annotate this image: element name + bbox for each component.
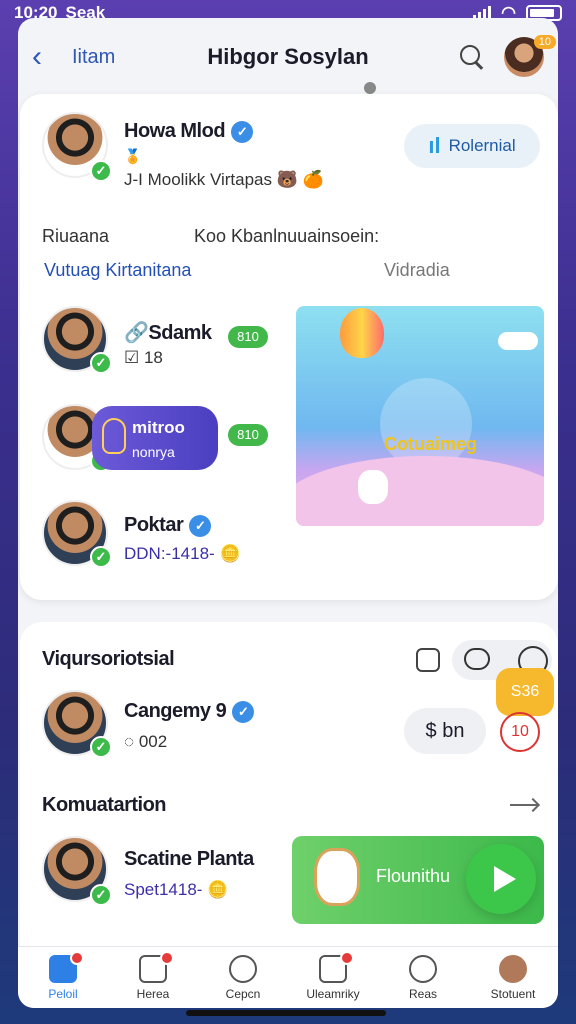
tab-home[interactable]: Peloil xyxy=(18,947,108,1008)
verified-icon: ✓ xyxy=(232,700,255,723)
balloon-icon xyxy=(340,308,384,358)
person-meta: ◌ 002 xyxy=(124,732,168,751)
count-badge[interactable]: S36 xyxy=(496,668,554,716)
search-icon[interactable] xyxy=(458,43,486,71)
back-icon[interactable]: ‹ xyxy=(32,42,62,72)
status-chip: 810 xyxy=(228,326,268,348)
badge-dot xyxy=(340,951,354,965)
app-window: ‹ Iitam Hibgor Sosylan 10 ✓ Howa Mlod ✓ 🏅… xyxy=(18,18,558,1008)
play-button[interactable] xyxy=(466,844,536,914)
person-name: Scatine Planta xyxy=(124,848,254,870)
profile-card: ✓ Howa Mlod ✓ 🏅 J-I Moolikk Virtapas 🐻 🍊 … xyxy=(20,94,558,600)
pull-indicator xyxy=(364,82,376,94)
portal-button[interactable]: ıl Rolernial xyxy=(404,124,540,168)
decorative-hill xyxy=(296,456,544,526)
chat-icon[interactable] xyxy=(464,648,490,670)
illustration: Cotuaimeg xyxy=(296,306,544,526)
check-icon: ✓ xyxy=(90,736,112,758)
portal-icon: ıl xyxy=(428,133,441,158)
explore-icon xyxy=(229,955,257,983)
section-label-center: Koo Kbanlnuuainsoein: xyxy=(194,226,380,246)
back-label[interactable]: Iitam xyxy=(72,46,115,69)
person-icon xyxy=(499,955,527,983)
tab-label: Herea xyxy=(136,987,170,1001)
link-icon: 🔗 xyxy=(124,322,149,344)
status-chip: 810 xyxy=(228,424,268,446)
check-icon: ✓ xyxy=(90,160,112,182)
magnifier-icon xyxy=(409,955,437,983)
cloud-icon xyxy=(498,332,538,350)
badge-dot xyxy=(160,951,174,965)
promo-card[interactable]: Flounithu xyxy=(292,836,544,924)
notification-badge: 10 xyxy=(533,35,556,49)
tab-label: Stotuent xyxy=(490,987,536,1001)
person-meta: Spet1418- 🪙 xyxy=(124,880,229,899)
illustration-caption: Cotuaimeg xyxy=(384,434,478,454)
section-title: Viqursoriotsial xyxy=(42,648,175,670)
person-pill[interactable]: mitroo nonrya xyxy=(92,406,218,470)
tab-label: Cepcn xyxy=(225,987,261,1001)
section-label: Riuaana xyxy=(42,226,110,246)
profile-subtitle: J-I Moolikk Virtapas 🐻 🍊 xyxy=(124,170,324,189)
person-meta: ☑ 18 xyxy=(124,348,163,367)
section-muted: Vidradia xyxy=(384,260,450,280)
portal-label: Rolernial xyxy=(448,136,516,155)
pet-icon xyxy=(358,470,388,504)
tab-house[interactable]: Herea xyxy=(108,947,198,1008)
profile-name: Howa Mlod ✓ xyxy=(124,120,254,143)
profile-avatar[interactable]: 10 xyxy=(504,35,556,77)
tab-label: Uleamriky xyxy=(306,987,360,1001)
tab-search[interactable]: Reas xyxy=(378,947,468,1008)
pill-title: mitroo xyxy=(132,418,185,437)
coin-icon: 🏅 xyxy=(124,148,142,164)
check-icon: ✓ xyxy=(90,546,112,568)
tab-label: Peloil xyxy=(48,987,78,1001)
tab-library[interactable]: Uleamriky xyxy=(288,947,378,1008)
timer-icon[interactable]: 10 xyxy=(500,712,540,752)
check-icon: ✓ xyxy=(90,352,112,374)
bulb-icon xyxy=(102,418,126,454)
coin-icon: 🪙 xyxy=(207,880,229,899)
pill-subtitle: nonrya xyxy=(132,444,175,460)
tab-label: Reas xyxy=(408,987,437,1001)
check-icon: ✓ xyxy=(90,884,112,906)
tab-explore[interactable]: Cepcn xyxy=(198,947,288,1008)
verified-icon: ✓ xyxy=(231,120,254,143)
tab-profile[interactable]: Stotuent xyxy=(468,947,558,1008)
badge-dot xyxy=(70,951,84,965)
section-title: Komuatartion xyxy=(42,794,167,816)
person-name: Poktar ✓ xyxy=(124,514,212,537)
square-icon[interactable] xyxy=(416,648,440,672)
promo-label: Flounithu xyxy=(376,866,451,886)
person-meta: DDN:-1418- 🪙 xyxy=(124,544,241,563)
emoji-icon: 🐻 🍊 xyxy=(276,170,324,189)
coin-icon: 🪙 xyxy=(219,544,241,563)
verified-icon: ✓ xyxy=(189,514,212,537)
top-bar: ‹ Iitam Hibgor Sosylan 10 xyxy=(18,18,558,96)
home-indicator xyxy=(186,1010,386,1016)
person-name: Cangemy 9 ✓ xyxy=(124,700,255,723)
person-name: 🔗Sdamk xyxy=(124,322,212,344)
section-link[interactable]: Vutuag Kirtanitana xyxy=(44,260,191,281)
pet-icon xyxy=(314,848,360,906)
arrow-right-icon[interactable] xyxy=(510,804,538,806)
pay-button[interactable]: $ bn xyxy=(404,708,486,754)
activity-card: Viqursoriotsial S36 ✓ Cangemy 9 ✓ ◌ 002 $… xyxy=(20,622,558,952)
tab-bar: Peloil Herea Cepcn Uleamriky Reas Stotue… xyxy=(18,946,558,1008)
